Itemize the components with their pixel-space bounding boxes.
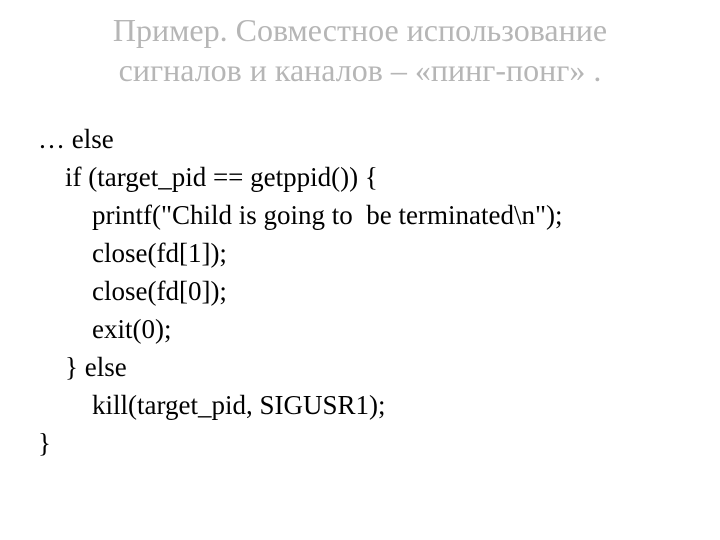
slide: Пример. Совместное использование сигнало… <box>0 0 720 540</box>
code-block: … else if (target_pid == getppid()) { pr… <box>38 120 562 462</box>
slide-title: Пример. Совместное использование сигнало… <box>0 10 720 90</box>
